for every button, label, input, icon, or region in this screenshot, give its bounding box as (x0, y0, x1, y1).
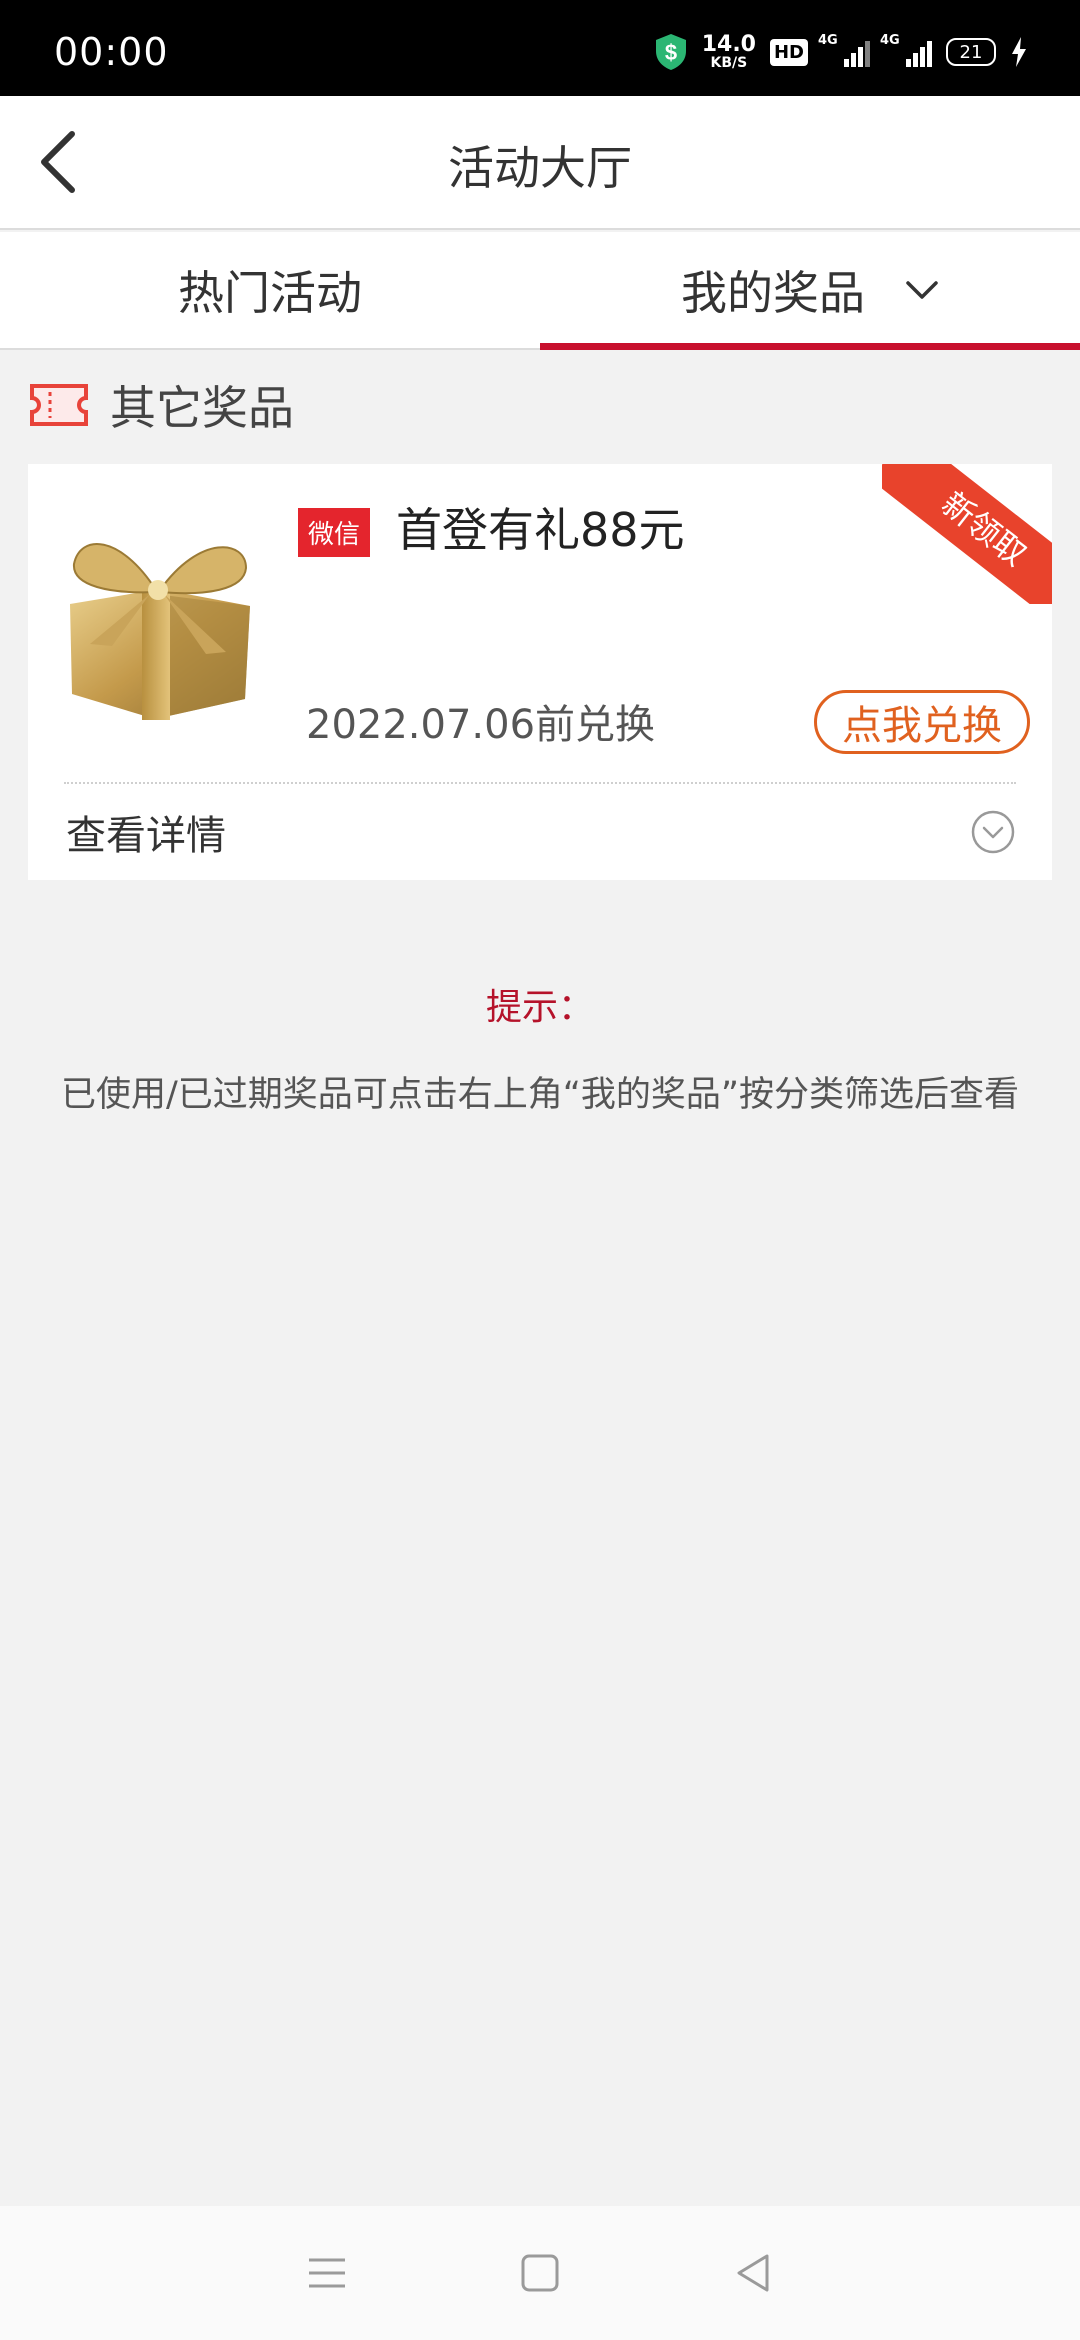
charging-icon (1012, 37, 1026, 67)
section-title: 其它奖品 (110, 381, 294, 435)
view-details-row[interactable]: 查看详情 (28, 784, 1052, 880)
battery-icon: 21 (946, 38, 996, 66)
status-bar: 00:00 $ 14.0 KB/S HD 4G 4G 21 (0, 0, 1080, 96)
status-time: 00:00 (54, 30, 169, 74)
system-nav-bar (0, 2206, 1080, 2340)
status-icons: $ 14.0 KB/S HD 4G 4G 21 (654, 33, 1028, 71)
gift-box-icon (70, 543, 250, 720)
tab-hot-activities[interactable]: 热门活动 (0, 232, 540, 348)
hd-icon: HD (769, 38, 808, 66)
svg-text:$: $ (665, 40, 677, 65)
expand-circle-icon[interactable] (970, 809, 1016, 855)
tip-text: 已使用/已过期奖品可点击右上角“我的奖品”按分类筛选后查看 (60, 1075, 1020, 1115)
section-header: 其它奖品 (28, 372, 294, 438)
tip-title: 提示： (485, 987, 594, 1028)
expire-date: 2022.07.06前兑换 (306, 702, 656, 748)
chevron-down-icon (906, 281, 938, 299)
prize-card: 微信 首登有礼88元 新领取 2022.07.06前兑换 点我兑换 查看详情 (28, 464, 1052, 880)
shield-icon: $ (655, 34, 686, 70)
tab-label: 热门活动 (178, 266, 362, 320)
wechat-badge: 微信 (298, 508, 371, 557)
new-ribbon: 新领取 (882, 464, 1052, 604)
tab-bar: 热门活动 我的奖品 (0, 232, 1080, 350)
signal-icon: 4G (818, 33, 870, 67)
prize-title: 首登有礼88元 (396, 503, 685, 557)
header: 活动大厅 (0, 96, 1080, 230)
back-triangle-icon[interactable] (731, 2251, 775, 2295)
net-speed: 14.0 KB/S (701, 32, 756, 71)
tab-label: 我的奖品 (681, 266, 865, 320)
ticket-icon (30, 384, 88, 426)
ribbon-label: 新领取 (882, 464, 1052, 604)
signal-icon: 4G (880, 33, 932, 67)
detail-label: 查看详情 (66, 813, 226, 859)
home-square-icon[interactable] (518, 2251, 562, 2295)
menu-icon[interactable] (305, 2251, 349, 2295)
redeem-button[interactable]: 点我兑换 (814, 690, 1030, 754)
page-title: 活动大厅 (448, 141, 632, 195)
tab-my-prizes[interactable]: 我的奖品 (540, 232, 1080, 350)
